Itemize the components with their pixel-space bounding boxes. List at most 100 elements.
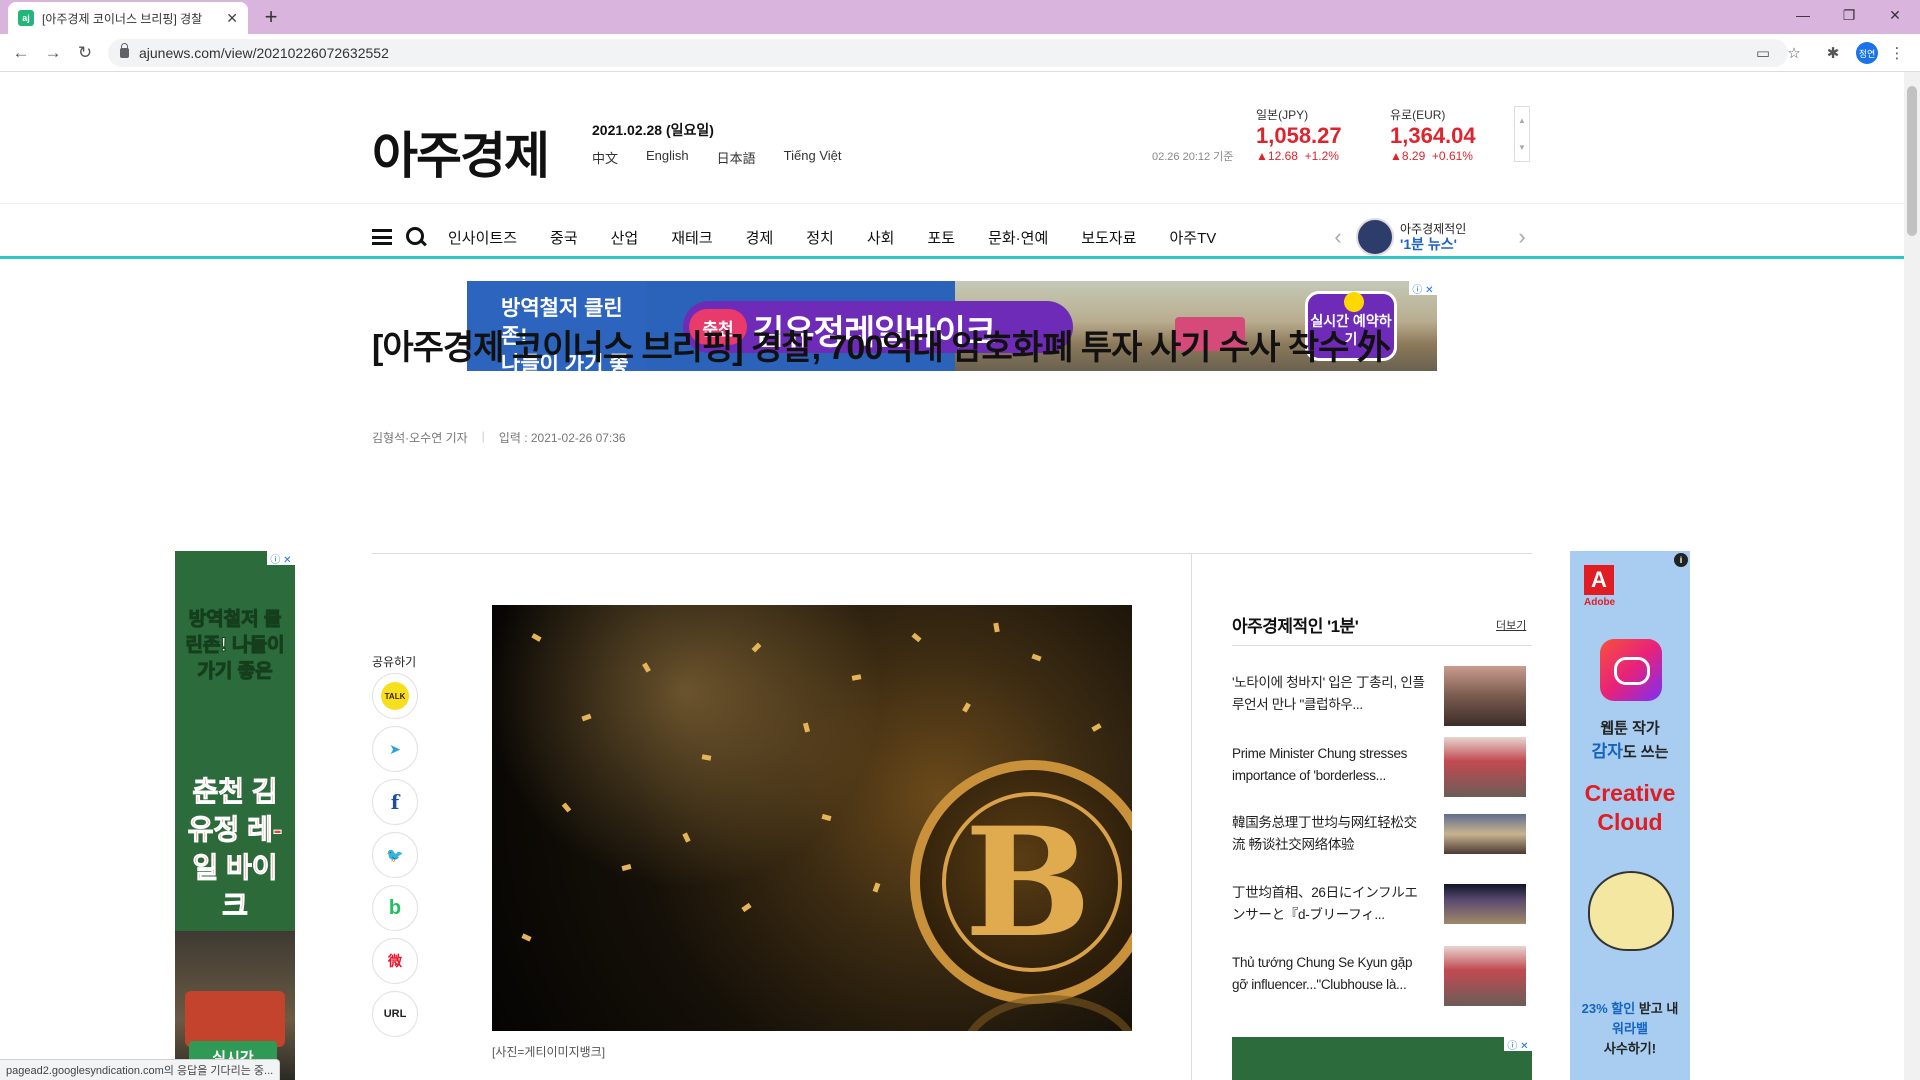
- article-author: 김형석·오수연 기자: [372, 431, 468, 445]
- telegram-icon: ➤: [389, 740, 401, 757]
- extensions-icon[interactable]: ✱: [1822, 42, 1844, 64]
- lang-chinese-link[interactable]: 中文: [592, 148, 618, 167]
- fx-scroller: ▲ ▼: [1514, 106, 1530, 162]
- skyscraper-ad-left[interactable]: 방역철저 클린존! 나들이 가기 좋은 춘천 김유정 레-일 바이크 실시간 ⓘ…: [175, 551, 295, 1080]
- address-bar[interactable]: ajunews.com/view/20210226072632552: [108, 39, 1788, 67]
- nav-menu: 인사이트즈 중국 산업 재테크 경제 정치 사회 포토 문화·연예 보도자료 아…: [448, 227, 1249, 248]
- chevron-right-icon[interactable]: ›: [1510, 224, 1534, 250]
- fx-timestamp: 02.26 20:12 기준: [1152, 151, 1234, 163]
- fx-eur-value: 1,364.04: [1390, 123, 1476, 148]
- sidebar-ad-bottom[interactable]: ⓘ ✕: [1232, 1037, 1532, 1080]
- ad-right-promo: 23% 할인 받고 내 워라밸 사수하기!: [1581, 1001, 1679, 1056]
- close-tab-icon[interactable]: ✕: [226, 10, 238, 27]
- fx-down-button[interactable]: ▼: [1515, 134, 1529, 161]
- site-favicon-icon: aj: [18, 10, 34, 26]
- sidebar-title: 아주경제적인 '1분': [1232, 617, 1359, 636]
- share-facebook-button[interactable]: f: [372, 779, 418, 825]
- nav-item-finance[interactable]: 재테크: [671, 227, 712, 248]
- site-logo[interactable]: 아주경제: [372, 116, 550, 188]
- skyscraper-ad-right[interactable]: i A Adobe 웹툰 작가 감자도 쓰는 Creative Cloud 23…: [1570, 551, 1690, 1080]
- minute-news-label: 아주경제적인: [1400, 222, 1467, 236]
- ad-choices-icon[interactable]: ⓘ ✕: [1409, 281, 1437, 296]
- twitter-icon: 🐦: [386, 846, 404, 863]
- facebook-icon: f: [390, 790, 400, 814]
- share-twitter-button[interactable]: 🐦: [372, 832, 418, 878]
- bookmark-star-icon[interactable]: ☆: [1783, 42, 1805, 64]
- nav-item-culture[interactable]: 문화·연예: [988, 227, 1048, 248]
- share-weibo-button[interactable]: 微: [372, 938, 418, 984]
- minute-news-link[interactable]: 아주경제적인 '1분 뉴스': [1400, 222, 1510, 252]
- sidebar-news-title: '노타이에 청바지' 입은 丁총리, 인플루언서 만나 "클럽하우...: [1232, 675, 1425, 712]
- sidebar-news-item[interactable]: Thủ tướng Chung Se Kyun gặp gỡ influence…: [1232, 946, 1532, 1008]
- nav-item-industry[interactable]: 산업: [611, 227, 639, 248]
- sidebar-news-thumbnail: [1444, 884, 1526, 924]
- article-divider: [372, 553, 1532, 554]
- nav-item-politics[interactable]: 정치: [806, 227, 834, 248]
- sidebar-news-item[interactable]: Prime Minister Chung stresses importance…: [1232, 737, 1532, 799]
- browser-tab-active[interactable]: aj [아주경제 코이너스 브리핑] 경찰 ✕: [8, 2, 248, 34]
- kakao-talk-icon: TALK: [381, 682, 409, 710]
- fx-jpy-value: 1,058.27: [1256, 123, 1342, 148]
- article-headline: [아주경제 코이너스 브리핑] 경찰, 700억대 암호화폐 투자 사기 수사 …: [372, 329, 1391, 367]
- chevron-left-icon[interactable]: ‹: [1326, 224, 1350, 250]
- lang-vietnamese-link[interactable]: Tiếng Việt: [784, 148, 842, 167]
- nav-item-photo[interactable]: 포토: [927, 227, 955, 248]
- sidebar-news-item[interactable]: '노타이에 청바지' 입은 丁총리, 인플루언서 만나 "클럽하우...: [1232, 666, 1532, 728]
- new-tab-button[interactable]: +: [258, 4, 284, 30]
- sidebar-news-thumbnail: [1444, 737, 1526, 797]
- sidebar-news-item[interactable]: 韓国务总理丁世均与网红轻松交流 畅谈社交网络体验: [1232, 806, 1532, 868]
- header-divider: [0, 203, 1904, 204]
- share-url-button[interactable]: URL: [372, 991, 418, 1037]
- search-icon[interactable]: [406, 227, 426, 247]
- adobe-logo-icon: A: [1584, 565, 1614, 595]
- lang-japanese-link[interactable]: 日本語: [717, 148, 756, 167]
- nav-item-society[interactable]: 사회: [867, 227, 895, 248]
- share-band-button[interactable]: b: [372, 885, 418, 931]
- back-button[interactable]: ←: [8, 40, 34, 66]
- minimize-button[interactable]: —: [1780, 0, 1826, 30]
- ad-choices-icon[interactable]: ⓘ ✕: [1504, 1037, 1532, 1052]
- lock-icon[interactable]: [120, 43, 129, 58]
- browser-menu-icon[interactable]: ⋮: [1886, 42, 1908, 64]
- sidebar-more-link[interactable]: 더보기: [1496, 617, 1526, 633]
- profile-avatar[interactable]: 정연: [1856, 42, 1878, 64]
- page-scrollbar[interactable]: [1904, 72, 1920, 1080]
- creative-cloud-icon: [1600, 639, 1662, 701]
- cast-icon[interactable]: ▭: [1752, 42, 1774, 64]
- tab-title: [아주경제 코이너스 브리핑] 경찰: [42, 11, 203, 26]
- hamburger-menu-icon[interactable]: [372, 229, 392, 245]
- nav-item-economy[interactable]: 경제: [746, 227, 774, 248]
- fx-eur-name: 유로(EUR): [1390, 108, 1446, 122]
- weibo-icon: 微: [388, 953, 402, 969]
- nav-item-press[interactable]: 보도자료: [1081, 227, 1136, 248]
- maximize-button[interactable]: ❐: [1826, 0, 1872, 30]
- browser-toolbar: ← → ↻ ajunews.com/view/20210226072632552…: [0, 34, 1920, 72]
- fx-eur-change: ▲8.29 +0.61%: [1390, 149, 1473, 163]
- reload-button[interactable]: ↻: [72, 40, 98, 66]
- lang-english-link[interactable]: English: [646, 148, 689, 167]
- ad-right-copy: 웹툰 작가 감자도 쓰는: [1591, 720, 1669, 761]
- potato-character-icon: [1588, 871, 1674, 951]
- url-copy-icon: URL: [383, 1008, 407, 1020]
- minute-news-thumbnail[interactable]: [1356, 218, 1394, 256]
- forward-button[interactable]: →: [40, 40, 66, 66]
- nav-item-china[interactable]: 중국: [550, 227, 578, 248]
- sidebar-news-thumbnail: [1444, 814, 1526, 854]
- sidebar-news-item[interactable]: 丁世均首相、26日にインフルエンサーと『d-ブリーフィ...: [1232, 876, 1532, 938]
- sidebar-news-thumbnail: [1444, 946, 1526, 1006]
- scrollbar-thumb[interactable]: [1907, 86, 1917, 236]
- fx-jpy: 일본(JPY) 1,058.27 ▲12.68 +1.2%: [1256, 106, 1342, 163]
- share-kakao-button[interactable]: TALK: [372, 673, 418, 719]
- share-telegram-button[interactable]: ➤: [372, 726, 418, 772]
- nav-item-insights[interactable]: 인사이트즈: [448, 227, 517, 248]
- ad-right-product: Creative Cloud: [1584, 780, 1676, 835]
- close-window-button[interactable]: ✕: [1872, 0, 1918, 30]
- ad-info-icon[interactable]: i: [1674, 553, 1688, 567]
- fx-up-button[interactable]: ▲: [1515, 107, 1529, 134]
- ad-left-title: 춘천 김유정 레-일 바이크: [187, 776, 283, 922]
- sidebar-news-title: 丁世均首相、26日にインフルエンサーと『d-ブリーフィ...: [1232, 885, 1418, 922]
- fx-eur: 유로(EUR) 1,364.04 ▲8.29 +0.61%: [1390, 106, 1476, 163]
- url-text: ajunews.com/view/20210226072632552: [139, 45, 389, 61]
- nav-item-ajutv[interactable]: 아주TV: [1169, 227, 1216, 248]
- ad-choices-icon[interactable]: ⓘ ✕: [267, 551, 295, 566]
